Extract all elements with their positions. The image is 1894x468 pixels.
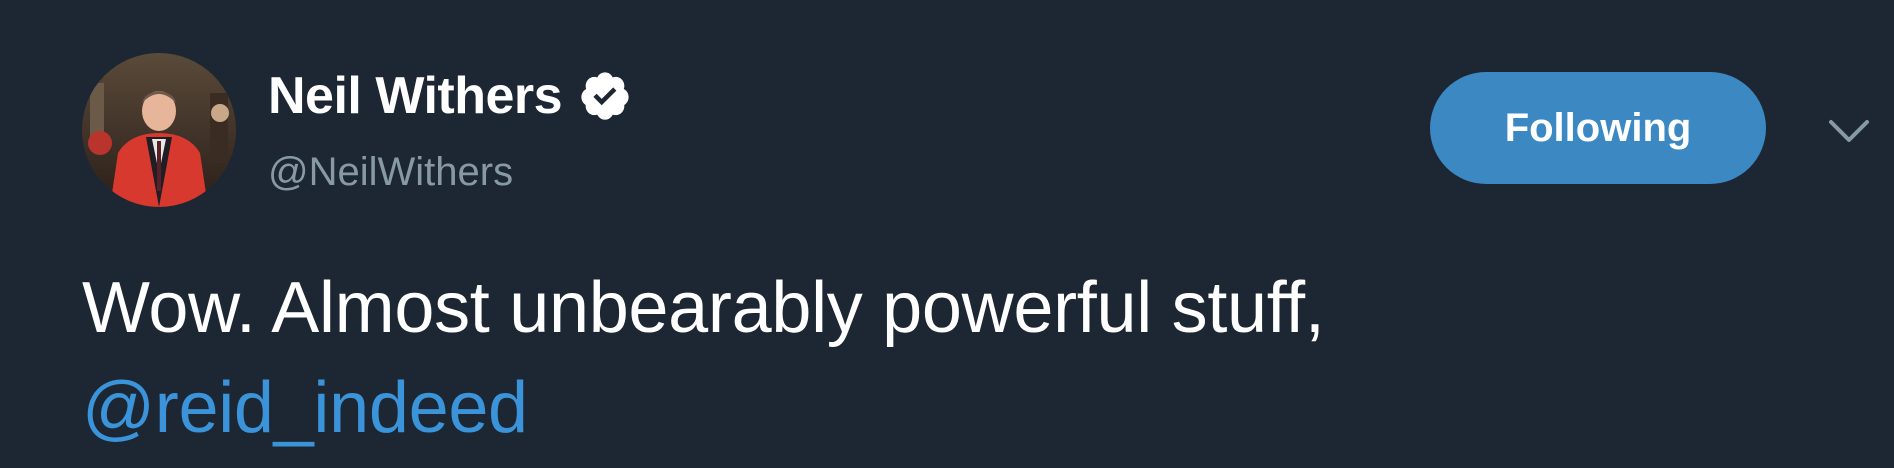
tweet-text: Wow. Almost unbearably powerful stuff, @… <box>82 258 1862 458</box>
display-name[interactable]: Neil Withers <box>268 66 563 126</box>
user-handle[interactable]: @NeilWithers <box>268 150 632 195</box>
user-info: Neil Withers @NeilWithers <box>268 60 632 195</box>
avatar[interactable] <box>82 53 236 207</box>
tweet-body: Wow. Almost unbearably powerful stuff, <box>82 268 1325 348</box>
chevron-down-icon[interactable] <box>1828 118 1870 144</box>
mention-link[interactable]: @reid_indeed <box>82 368 528 448</box>
avatar-photo <box>82 53 236 207</box>
verified-badge-icon <box>578 69 632 123</box>
name-row: Neil Withers <box>268 60 632 132</box>
tweet-card: Neil Withers @NeilWithers Following Wow.… <box>0 0 1894 468</box>
following-button[interactable]: Following <box>1430 72 1766 184</box>
